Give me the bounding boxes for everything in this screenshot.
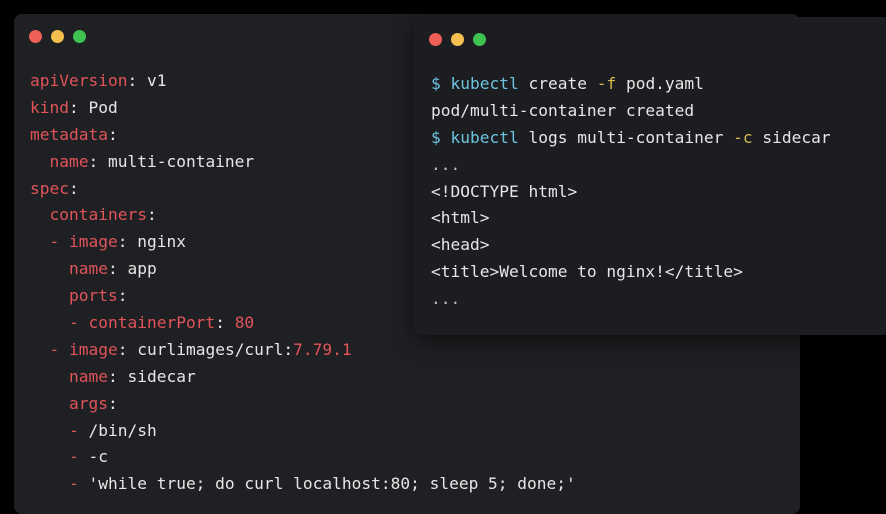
code-token: sidecar <box>127 366 196 386</box>
code-token: app <box>127 259 157 279</box>
code-token: pod.yaml <box>616 74 704 93</box>
code-token: -c <box>733 127 753 147</box>
code-token: kubectl <box>450 74 519 93</box>
code-token: $ <box>431 127 451 147</box>
code-token: : <box>215 313 235 333</box>
close-button[interactable] <box>429 33 442 46</box>
code-token: : <box>117 232 138 252</box>
close-button[interactable] <box>29 30 42 43</box>
window-controls <box>429 33 486 46</box>
code-token: : <box>146 205 157 225</box>
terminal-line: ... <box>431 286 831 313</box>
code-line: - 'while true; do curl localhost:80; sle… <box>30 471 576 498</box>
code-token: nginx <box>137 232 186 252</box>
code-token: sidecar <box>752 127 831 147</box>
code-token: : <box>107 393 118 413</box>
code-token: - <box>68 420 89 440</box>
code-line: args: <box>30 391 576 418</box>
minimize-button[interactable] <box>451 33 464 46</box>
code-token: - <box>49 232 69 252</box>
maximize-button[interactable] <box>73 30 86 43</box>
code-token: : <box>107 259 128 279</box>
minimize-button[interactable] <box>51 30 64 43</box>
code-token: name <box>49 151 89 171</box>
code-line: - /bin/sh <box>30 418 576 445</box>
code-token: create <box>518 74 597 93</box>
terminal-line: $ kubectl logs multi-container -c sideca… <box>431 125 831 152</box>
code-token: <title>Welcome to nginx!</title> <box>431 262 743 282</box>
code-token: : <box>107 124 118 144</box>
code-token: spec <box>30 178 69 198</box>
code-line: - -c <box>30 444 576 471</box>
code-token: - <box>68 474 89 494</box>
maximize-button[interactable] <box>473 33 486 46</box>
code-token: name <box>68 366 108 386</box>
code-token: containers <box>49 205 147 225</box>
code-token: : <box>117 286 128 306</box>
window-controls <box>29 30 86 43</box>
code-token: kubectl <box>450 127 519 147</box>
code-token: : <box>127 71 147 90</box>
terminal-line: <head> <box>431 232 831 259</box>
code-token: ... <box>431 289 461 309</box>
code-token: : <box>88 151 108 171</box>
code-token: -f <box>596 74 617 93</box>
code-token: ports <box>68 286 118 306</box>
code-token: args <box>68 393 108 413</box>
code-line: - image: curlimages/curl:7.79.1 <box>30 337 576 364</box>
terminal-line: ... <box>431 152 831 179</box>
code-token: multi-container <box>107 151 255 171</box>
code-token: kind <box>30 97 69 117</box>
code-token: image <box>69 339 118 359</box>
code-token: metadata <box>30 124 108 144</box>
code-token: : <box>68 97 89 117</box>
code-token: : <box>68 178 79 198</box>
code-token: <head> <box>431 235 490 255</box>
code-token: 'while true; do curl localhost:80; sleep… <box>88 474 576 494</box>
code-token: apiVersion <box>30 71 128 90</box>
code-token: v1 <box>146 71 167 90</box>
code-token: /bin/sh <box>88 420 157 440</box>
code-token: - <box>68 313 89 333</box>
code-token: <!DOCTYPE html> <box>431 181 578 201</box>
code-token: ... <box>431 154 461 174</box>
code-token: curlimages/curl: <box>137 339 294 359</box>
terminal-line: <html> <box>431 205 831 232</box>
code-token: 80 <box>234 313 255 333</box>
code-token: - <box>68 447 89 467</box>
terminal-line: <!DOCTYPE html> <box>431 179 831 206</box>
code-token: : <box>117 339 138 359</box>
terminal-window: $ kubectl create -f pod.yaml pod/multi-co… <box>414 17 886 335</box>
code-token: Pod <box>88 97 118 117</box>
code-token: - <box>49 339 69 359</box>
code-token: image <box>69 232 118 252</box>
code-token: -c <box>88 447 108 467</box>
code-token: 7.79.1 <box>293 339 352 359</box>
terminal-line: $ kubectl create -f pod.yaml <box>431 71 831 98</box>
code-token: pod/multi-container created <box>431 100 695 120</box>
terminal-output: $ kubectl create -f pod.yaml pod/multi-co… <box>431 71 831 313</box>
code-token: $ <box>431 74 451 93</box>
code-token: <html> <box>431 208 490 228</box>
code-token: logs multi-container <box>518 127 734 147</box>
code-token: : <box>107 366 128 386</box>
code-token: name <box>68 259 108 279</box>
code-line: name: sidecar <box>30 364 576 391</box>
code-token: containerPort <box>88 313 216 333</box>
terminal-line: <title>Welcome to nginx!</title> <box>431 259 831 286</box>
terminal-line: pod/multi-container created <box>431 98 831 125</box>
